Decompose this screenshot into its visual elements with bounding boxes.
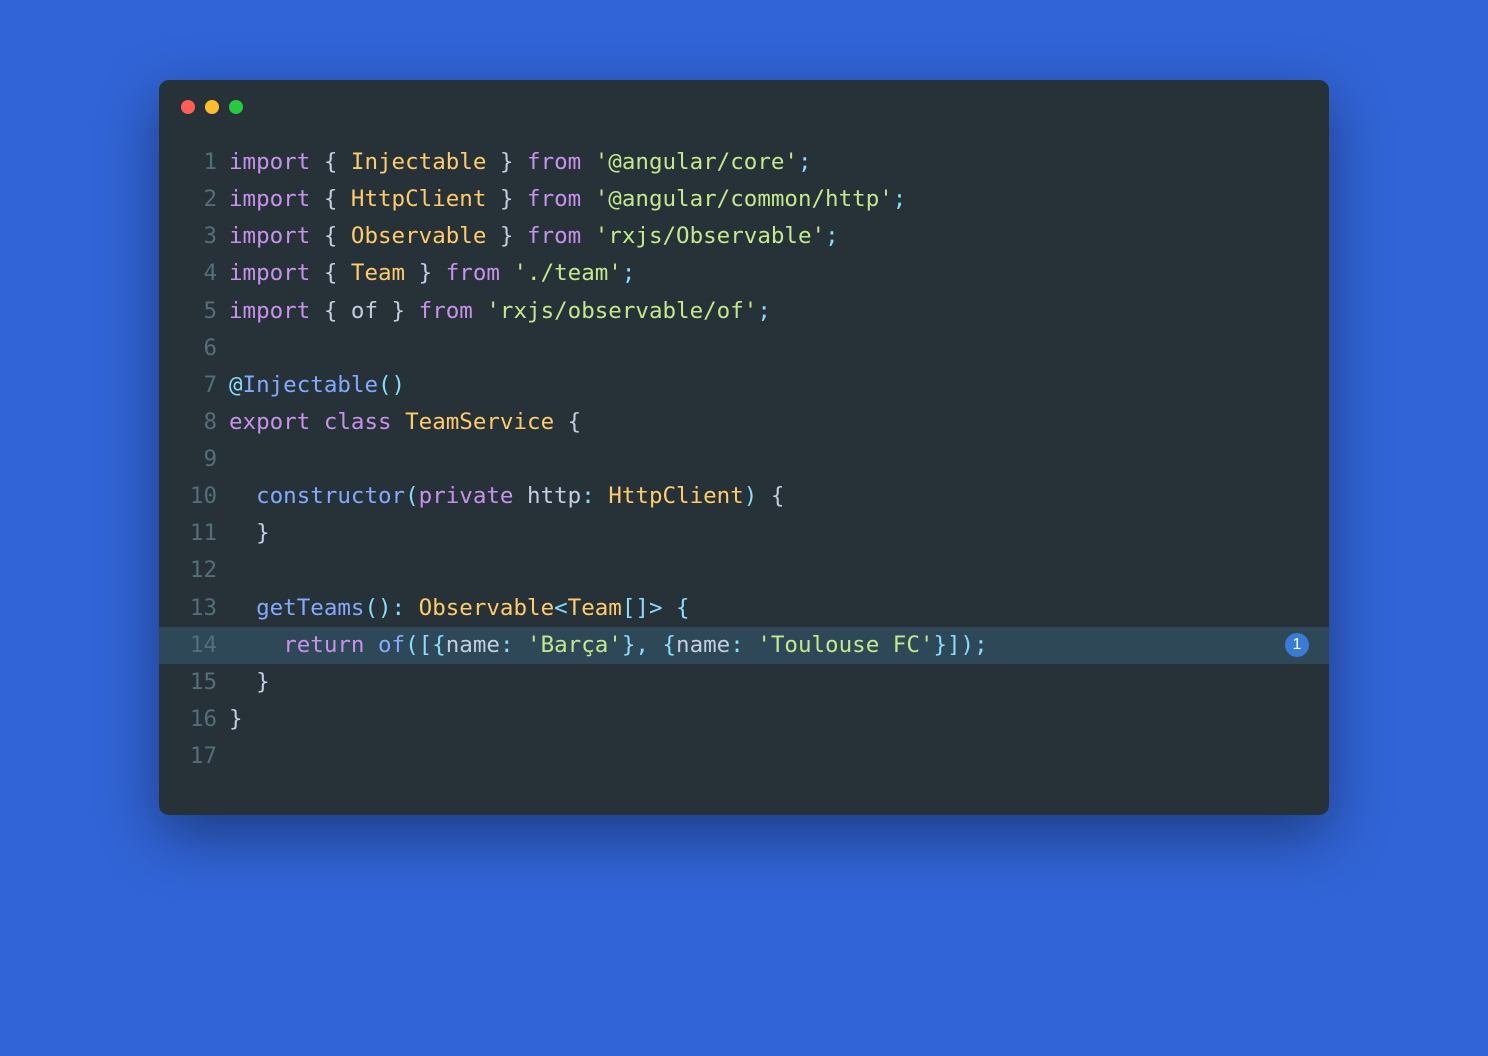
line-number: 7 xyxy=(181,367,229,404)
code-line: 4import { Team } from './team'; xyxy=(159,255,1329,292)
line-number: 5 xyxy=(181,293,229,330)
code-line: 10 constructor(private http: HttpClient)… xyxy=(159,478,1329,515)
line-number: 9 xyxy=(181,441,229,478)
code-line: 12 xyxy=(159,552,1329,589)
minimize-icon[interactable] xyxy=(205,100,219,114)
line-number: 12 xyxy=(181,552,229,589)
code-content: @Injectable() xyxy=(229,367,405,404)
code-content: return of([{name: 'Barça'}, {name: 'Toul… xyxy=(229,627,988,664)
code-line: 9 xyxy=(159,441,1329,478)
titlebar xyxy=(159,80,1329,124)
code-line: 2import { HttpClient } from '@angular/co… xyxy=(159,181,1329,218)
code-content: constructor(private http: HttpClient) { xyxy=(229,478,784,515)
code-line: 15 } xyxy=(159,664,1329,701)
code-content: import { Team } from './team'; xyxy=(229,255,635,292)
code-content: import { Observable } from 'rxjs/Observa… xyxy=(229,218,839,255)
line-number: 13 xyxy=(181,590,229,627)
code-content: import { HttpClient } from '@angular/com… xyxy=(229,181,906,218)
code-line: 14 return of([{name: 'Barça'}, {name: 'T… xyxy=(159,627,1329,664)
code-line: 11 } xyxy=(159,515,1329,552)
annotation-badge[interactable]: 1 xyxy=(1285,633,1309,657)
code-content: import { of } from 'rxjs/observable/of'; xyxy=(229,293,771,330)
code-window: 1import { Injectable } from '@angular/co… xyxy=(159,80,1329,815)
line-number: 1 xyxy=(181,144,229,181)
code-line: 17 xyxy=(159,738,1329,775)
line-number: 10 xyxy=(181,478,229,515)
code-content: } xyxy=(229,515,270,552)
line-number: 16 xyxy=(181,701,229,738)
line-number: 6 xyxy=(181,330,229,367)
code-content: } xyxy=(229,701,243,738)
line-number: 14 xyxy=(181,627,229,664)
close-icon[interactable] xyxy=(181,100,195,114)
code-line: 3import { Observable } from 'rxjs/Observ… xyxy=(159,218,1329,255)
line-number: 3 xyxy=(181,218,229,255)
code-content: } xyxy=(229,664,270,701)
maximize-icon[interactable] xyxy=(229,100,243,114)
line-number: 15 xyxy=(181,664,229,701)
code-line: 16} xyxy=(159,701,1329,738)
code-line: 7@Injectable() xyxy=(159,367,1329,404)
code-line: 6 xyxy=(159,330,1329,367)
line-number: 8 xyxy=(181,404,229,441)
line-number: 11 xyxy=(181,515,229,552)
code-content: export class TeamService { xyxy=(229,404,581,441)
code-content: getTeams(): Observable<Team[]> { xyxy=(229,590,690,627)
code-area: 1import { Injectable } from '@angular/co… xyxy=(159,124,1329,815)
code-line: 5import { of } from 'rxjs/observable/of'… xyxy=(159,293,1329,330)
code-line: 8export class TeamService { xyxy=(159,404,1329,441)
code-line: 13 getTeams(): Observable<Team[]> { xyxy=(159,590,1329,627)
code-line: 1import { Injectable } from '@angular/co… xyxy=(159,144,1329,181)
line-number: 17 xyxy=(181,738,229,775)
code-content: import { Injectable } from '@angular/cor… xyxy=(229,144,812,181)
line-number: 2 xyxy=(181,181,229,218)
line-number: 4 xyxy=(181,255,229,292)
